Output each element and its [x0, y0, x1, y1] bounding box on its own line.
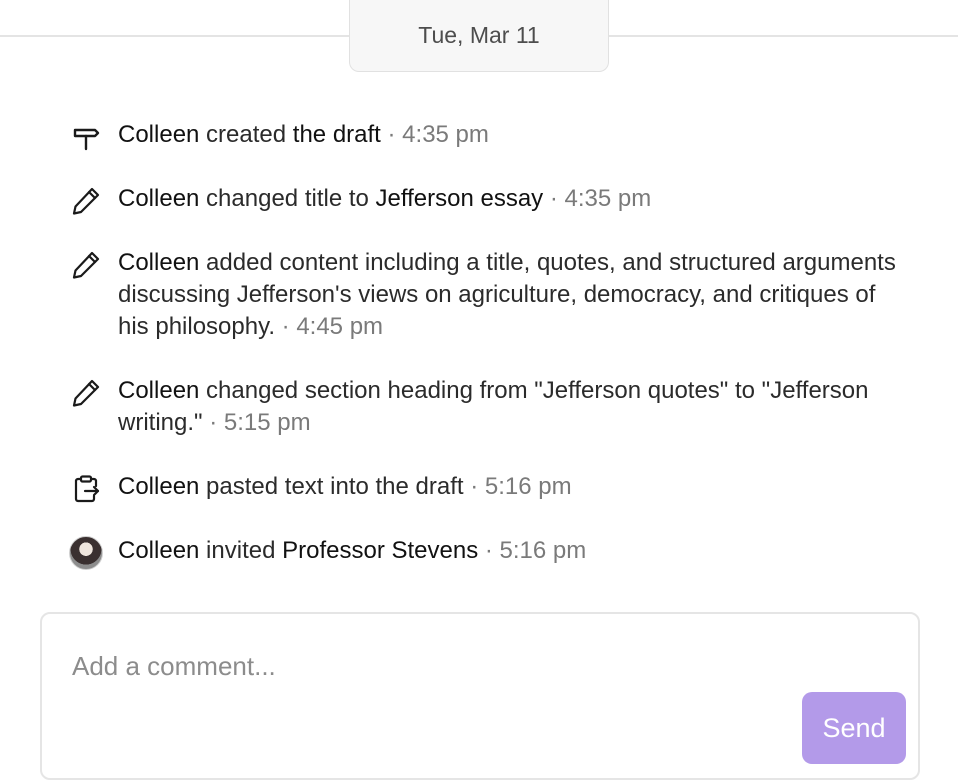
activity-item: Colleen invited Professor Stevens · 5:16…: [68, 535, 908, 571]
activity-item: Colleen created the draft · 4:35 pm: [68, 119, 908, 155]
pencil-icon: [68, 247, 104, 283]
activity-panel: Tue, Mar 11 Colleen created the draft · …: [0, 0, 958, 780]
activity-item: Colleen pasted text into the draft · 5:1…: [68, 471, 908, 507]
activity-text: Colleen changed title to Jefferson essay…: [118, 183, 898, 215]
actor-name: Colleen: [118, 537, 200, 564]
avatar: [68, 535, 104, 571]
activity-action: changed title to: [199, 185, 376, 212]
activity-object: Professor Stevens: [282, 537, 479, 564]
signpost-icon: [68, 119, 104, 155]
activity-object: Jefferson essay: [375, 185, 544, 212]
comment-box: Send: [40, 612, 920, 780]
activity-object: the draft: [292, 121, 381, 148]
actor-name: Colleen: [118, 121, 200, 148]
activity-time: · 4:35 pm: [543, 185, 652, 212]
activity-text: Colleen pasted text into the draft · 5:1…: [118, 471, 898, 503]
activity-action: added content including a title, quotes,…: [118, 249, 896, 340]
activity-time: · 4:35 pm: [380, 121, 489, 148]
activity-item: Colleen changed title to Jefferson essay…: [68, 183, 908, 219]
activity-action: pasted text into the draft: [199, 473, 464, 500]
activity-item: Colleen added content including a title,…: [68, 247, 908, 343]
activity-time: · 5:16 pm: [478, 537, 587, 564]
activity-action: created: [199, 121, 293, 148]
pencil-icon: [68, 183, 104, 219]
activity-time: · 5:16 pm: [463, 473, 572, 500]
activity-time: · 5:15 pm: [202, 409, 311, 436]
actor-name: Colleen: [118, 377, 200, 404]
actor-name: Colleen: [118, 185, 200, 212]
actor-name: Colleen: [118, 249, 200, 276]
activity-action: invited: [199, 537, 283, 564]
activity-text: Colleen created the draft · 4:35 pm: [118, 119, 898, 151]
activity-text: Colleen changed section heading from "Je…: [118, 375, 898, 439]
actor-name: Colleen: [118, 473, 200, 500]
comment-input[interactable]: [72, 648, 772, 684]
activity-time: · 4:45 pm: [274, 313, 384, 340]
pencil-icon: [68, 375, 104, 411]
date-divider: Tue, Mar 11: [349, 0, 609, 72]
activity-text: Colleen added content including a title,…: [118, 247, 898, 343]
clipboard-paste-icon: [68, 471, 104, 507]
activity-text: Colleen invited Professor Stevens · 5:16…: [118, 535, 898, 567]
date-label: Tue, Mar 11: [418, 22, 540, 48]
activity-item: Colleen changed section heading from "Je…: [68, 375, 908, 439]
user-avatar-colleen: [69, 536, 103, 570]
send-button[interactable]: Send: [802, 692, 906, 764]
